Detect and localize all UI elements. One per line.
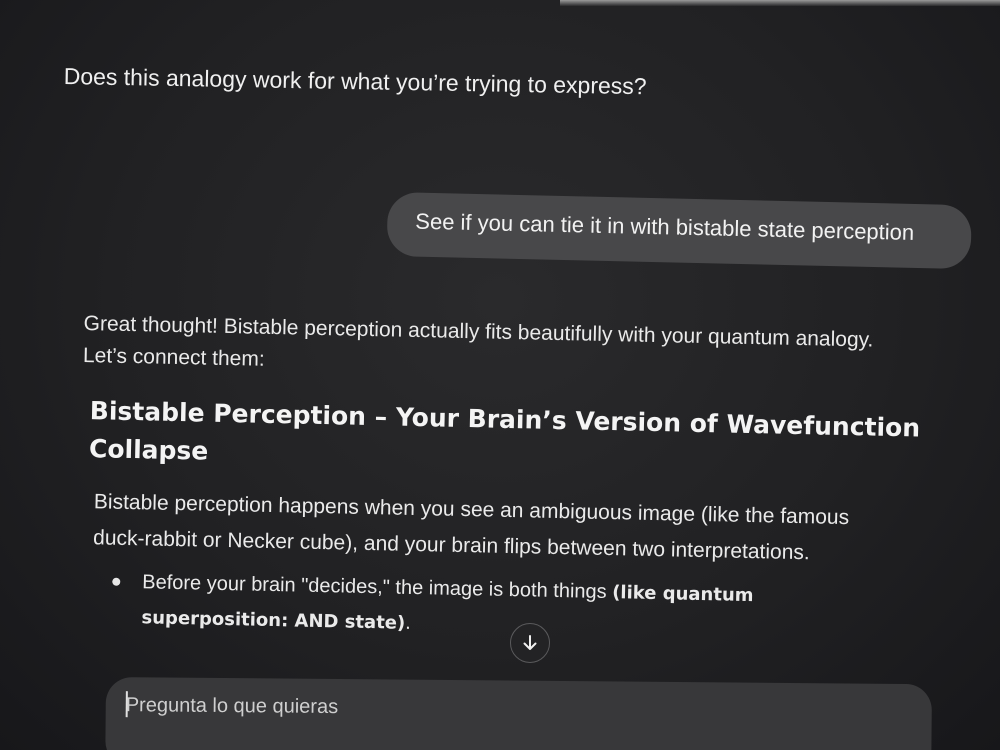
scroll-to-bottom-button[interactable] — [510, 623, 550, 663]
bullet-text: Before your brain "decides," the image i… — [142, 571, 613, 604]
user-message-bubble: See if you can tie it in with bistable s… — [386, 192, 972, 270]
assistant-message: Great thought! Bistable perception actua… — [77, 308, 944, 652]
assistant-heading: Bistable Perception – Your Brain’s Versi… — [88, 396, 921, 466]
window-edge — [560, 0, 1000, 6]
prompt-input[interactable] — [125, 689, 886, 728]
arrow-down-icon — [523, 635, 537, 650]
assistant-paragraph: Bistable perception happens when you see… — [92, 490, 850, 565]
list-item: Before your brain "decides," the image i… — [112, 565, 862, 650]
bullet-end: . — [405, 611, 412, 634]
assistant-intro: Great thought! Bistable perception actua… — [82, 311, 874, 371]
previous-message-text: Does this analogy work for what you’re t… — [63, 62, 647, 100]
chat-screen: Does this analogy work for what you’re t… — [0, 0, 1000, 750]
message-composer — [105, 677, 932, 750]
bullet-icon — [112, 577, 121, 586]
user-message-text: See if you can tie it in with bistable s… — [415, 208, 915, 245]
